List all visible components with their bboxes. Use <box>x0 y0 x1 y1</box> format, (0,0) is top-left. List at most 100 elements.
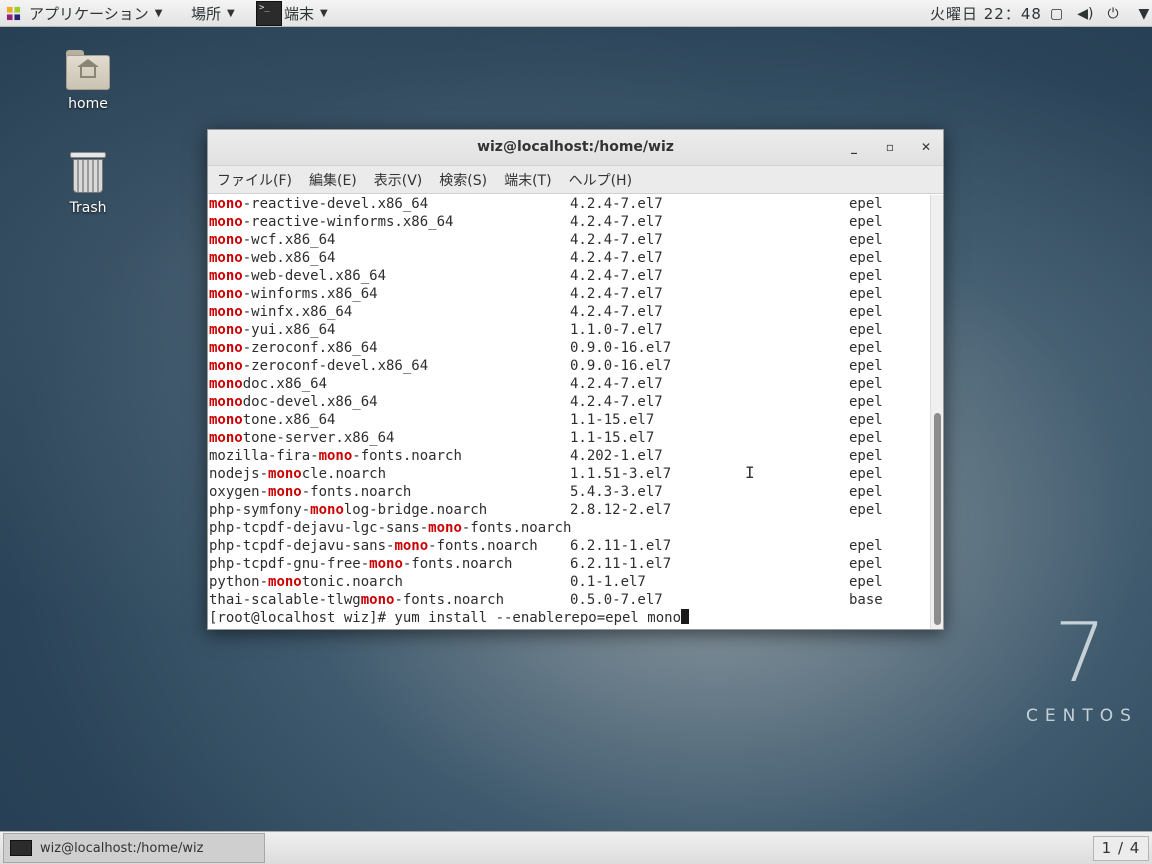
package-version: 0.9.0-16.el7 <box>570 340 672 356</box>
terminal-line: mono-winfx.x86_64 4.2.4-7.el7 epel <box>209 303 931 321</box>
terminal-line: thai-scalable-tlwgmono-fonts.noarch 0.5.0… <box>209 591 931 609</box>
package-name: mono-zeroconf.x86_64 <box>209 340 378 356</box>
package-version: 0.9.0-16.el7 <box>570 358 672 374</box>
package-version: 2.8.12-2.el7 <box>570 502 672 518</box>
package-repo: epel <box>849 250 883 266</box>
package-name: nodejs-monocle.noarch <box>209 466 387 482</box>
terminal-line: mono-yui.x86_64 1.1.0-7.el7 epel <box>209 321 931 339</box>
package-repo: epel <box>849 304 883 320</box>
package-repo: epel <box>849 358 883 374</box>
package-repo: epel <box>849 448 883 464</box>
power-icon: ⏻ <box>1107 5 1119 22</box>
terminal-line: python-monotonic.noarch 0.1-1.el7 epel <box>209 573 931 591</box>
places-label: 場所 <box>191 5 222 23</box>
places-menu[interactable]: 場所 ▼ <box>191 0 235 27</box>
package-version: 1.1.51-3.el7 <box>570 466 672 482</box>
package-repo: epel <box>849 196 883 212</box>
menu-help[interactable]: ヘルプ(H) <box>569 170 632 190</box>
terminal-window[interactable]: wiz@localhost:/home/wiz _ ▫ ✕ ファイル(F) 編集… <box>207 129 944 630</box>
workspace-indicator[interactable]: 1 / 4 <box>1093 836 1149 861</box>
terminal-line: monotone-server.x86_64 1.1-15.el7 epel <box>209 429 931 447</box>
package-name: mono-web.x86_64 <box>209 250 336 266</box>
terminal-scrollbar[interactable] <box>930 195 943 629</box>
package-version: 6.2.11-1.el7 <box>570 556 672 572</box>
bottom-panel: wiz@localhost:/home/wiz 1 / 4 <box>0 831 1152 864</box>
window-menubar: ファイル(F) 編集(E) 表示(V) 検索(S) 端末(T) ヘルプ(H) <box>208 166 943 194</box>
package-version: 4.2.4-7.el7 <box>570 196 663 212</box>
package-name: monotone.x86_64 <box>209 412 336 428</box>
package-name: php-tcpdf-gnu-free-mono-fonts.noarch <box>209 556 513 572</box>
home-folder-icon <box>66 50 110 90</box>
terminal-line: mono-reactive-winforms.x86_64 4.2.4-7.el7… <box>209 213 931 231</box>
package-repo: epel <box>849 430 883 446</box>
terminal-line: php-tcpdf-dejavu-lgc-sans-mono-fonts.noa… <box>209 519 931 537</box>
package-repo: epel <box>849 268 883 284</box>
package-name: monodoc.x86_64 <box>209 376 328 392</box>
terminal-line: oxygen-mono-fonts.noarch 5.4.3-3.el7 epel <box>209 483 931 501</box>
terminal-line: monodoc.x86_64 4.2.4-7.el7 epel <box>209 375 931 393</box>
centos-version-mark: 7 <box>1054 606 1107 701</box>
package-name: php-tcpdf-dejavu-lgc-sans-mono-fonts.noa… <box>209 520 572 536</box>
menu-view[interactable]: 表示(V) <box>374 170 423 190</box>
terminal-line: mono-web.x86_64 4.2.4-7.el7 epel <box>209 249 931 267</box>
terminal-line: mono-zeroconf-devel.x86_64 0.9.0-16.el7 ep… <box>209 357 931 375</box>
maximize-button[interactable]: ▫ <box>881 138 899 156</box>
centos-logo-icon <box>6 6 21 21</box>
minimize-button[interactable]: _ <box>845 138 863 156</box>
terminal-line: mono-wcf.x86_64 4.2.4-7.el7 epel <box>209 231 931 249</box>
menu-terminal[interactable]: 端末(T) <box>504 170 551 190</box>
package-version: 1.1-15.el7 <box>570 430 655 446</box>
screen-icon: ▢ <box>1050 5 1064 22</box>
package-repo: epel <box>849 232 883 248</box>
package-name: mono-reactive-devel.x86_64 <box>209 196 429 212</box>
window-title: wiz@localhost:/home/wiz <box>477 139 674 155</box>
menu-search[interactable]: 検索(S) <box>439 170 487 190</box>
package-version: 5.4.3-3.el7 <box>570 484 663 500</box>
package-version: 4.2.4-7.el7 <box>570 250 663 266</box>
prompt-line[interactable]: [root@localhost wiz]# yum install --enab… <box>209 609 931 627</box>
applications-menu[interactable]: アプリケーション ▼ <box>6 0 162 27</box>
package-version: 4.2.4-7.el7 <box>570 376 663 392</box>
terminal-line: mono-winforms.x86_64 4.2.4-7.el7 epel <box>209 285 931 303</box>
package-version: 4.2.4-7.el7 <box>570 304 663 320</box>
menu-edit[interactable]: 編集(E) <box>309 170 357 190</box>
package-name: mono-zeroconf-devel.x86_64 <box>209 358 429 374</box>
volume-icon: ◀) <box>1077 5 1094 22</box>
terminal-line: mono-reactive-devel.x86_64 4.2.4-7.el7 epe… <box>209 195 931 213</box>
clock[interactable]: 火曜日 22：48 <box>930 0 1042 27</box>
terminal-line: mono-web-devel.x86_64 4.2.4-7.el7 epel <box>209 267 931 285</box>
desktop-trash-icon[interactable]: Trash <box>48 150 128 216</box>
terminal-icon: >_ <box>256 1 282 26</box>
menu-file[interactable]: ファイル(F) <box>217 170 292 190</box>
terminal-line: monotone.x86_64 1.1-15.el7 epel <box>209 411 931 429</box>
package-name: mono-reactive-winforms.x86_64 <box>209 214 454 230</box>
package-version: 1.1.0-7.el7 <box>570 322 663 338</box>
terminal-line: mono-zeroconf.x86_64 0.9.0-16.el7 epel <box>209 339 931 357</box>
trash-icon <box>70 150 106 194</box>
terminal-app-label: 端末 <box>284 5 315 23</box>
taskbar-window-button[interactable]: wiz@localhost:/home/wiz <box>3 833 265 863</box>
ibeam-cursor-icon: I <box>745 463 755 482</box>
scrollbar-thumb[interactable] <box>934 413 941 625</box>
package-repo: epel <box>849 466 883 482</box>
close-button[interactable]: ✕ <box>917 138 935 156</box>
chevron-down-icon: ▼ <box>154 8 163 19</box>
package-name: oxygen-mono-fonts.noarch <box>209 484 412 500</box>
terminal-app-menu[interactable]: >_ 端末 ▼ <box>254 0 328 27</box>
package-repo: epel <box>849 322 883 338</box>
applications-label: アプリケーション <box>29 5 149 23</box>
package-version: 0.1-1.el7 <box>570 574 646 590</box>
terminal-output[interactable]: mono-reactive-devel.x86_64 4.2.4-7.el7 epe… <box>208 195 931 629</box>
desktop-home-icon[interactable]: home <box>48 50 128 112</box>
taskbar-window-label: wiz@localhost:/home/wiz <box>40 840 204 856</box>
package-repo: epel <box>849 412 883 428</box>
package-name: mono-web-devel.x86_64 <box>209 268 387 284</box>
system-menu[interactable]: ▢ ◀) ⏻ ▼ <box>1050 0 1149 27</box>
package-version: 4.2.4-7.el7 <box>570 268 663 284</box>
package-repo: epel <box>849 538 883 554</box>
package-version: 4.2.4-7.el7 <box>570 214 663 230</box>
package-name: mono-yui.x86_64 <box>209 322 336 338</box>
package-version: 4.2.4-7.el7 <box>570 286 663 302</box>
terminal-icon <box>10 840 32 856</box>
window-titlebar[interactable]: wiz@localhost:/home/wiz _ ▫ ✕ <box>208 130 943 166</box>
